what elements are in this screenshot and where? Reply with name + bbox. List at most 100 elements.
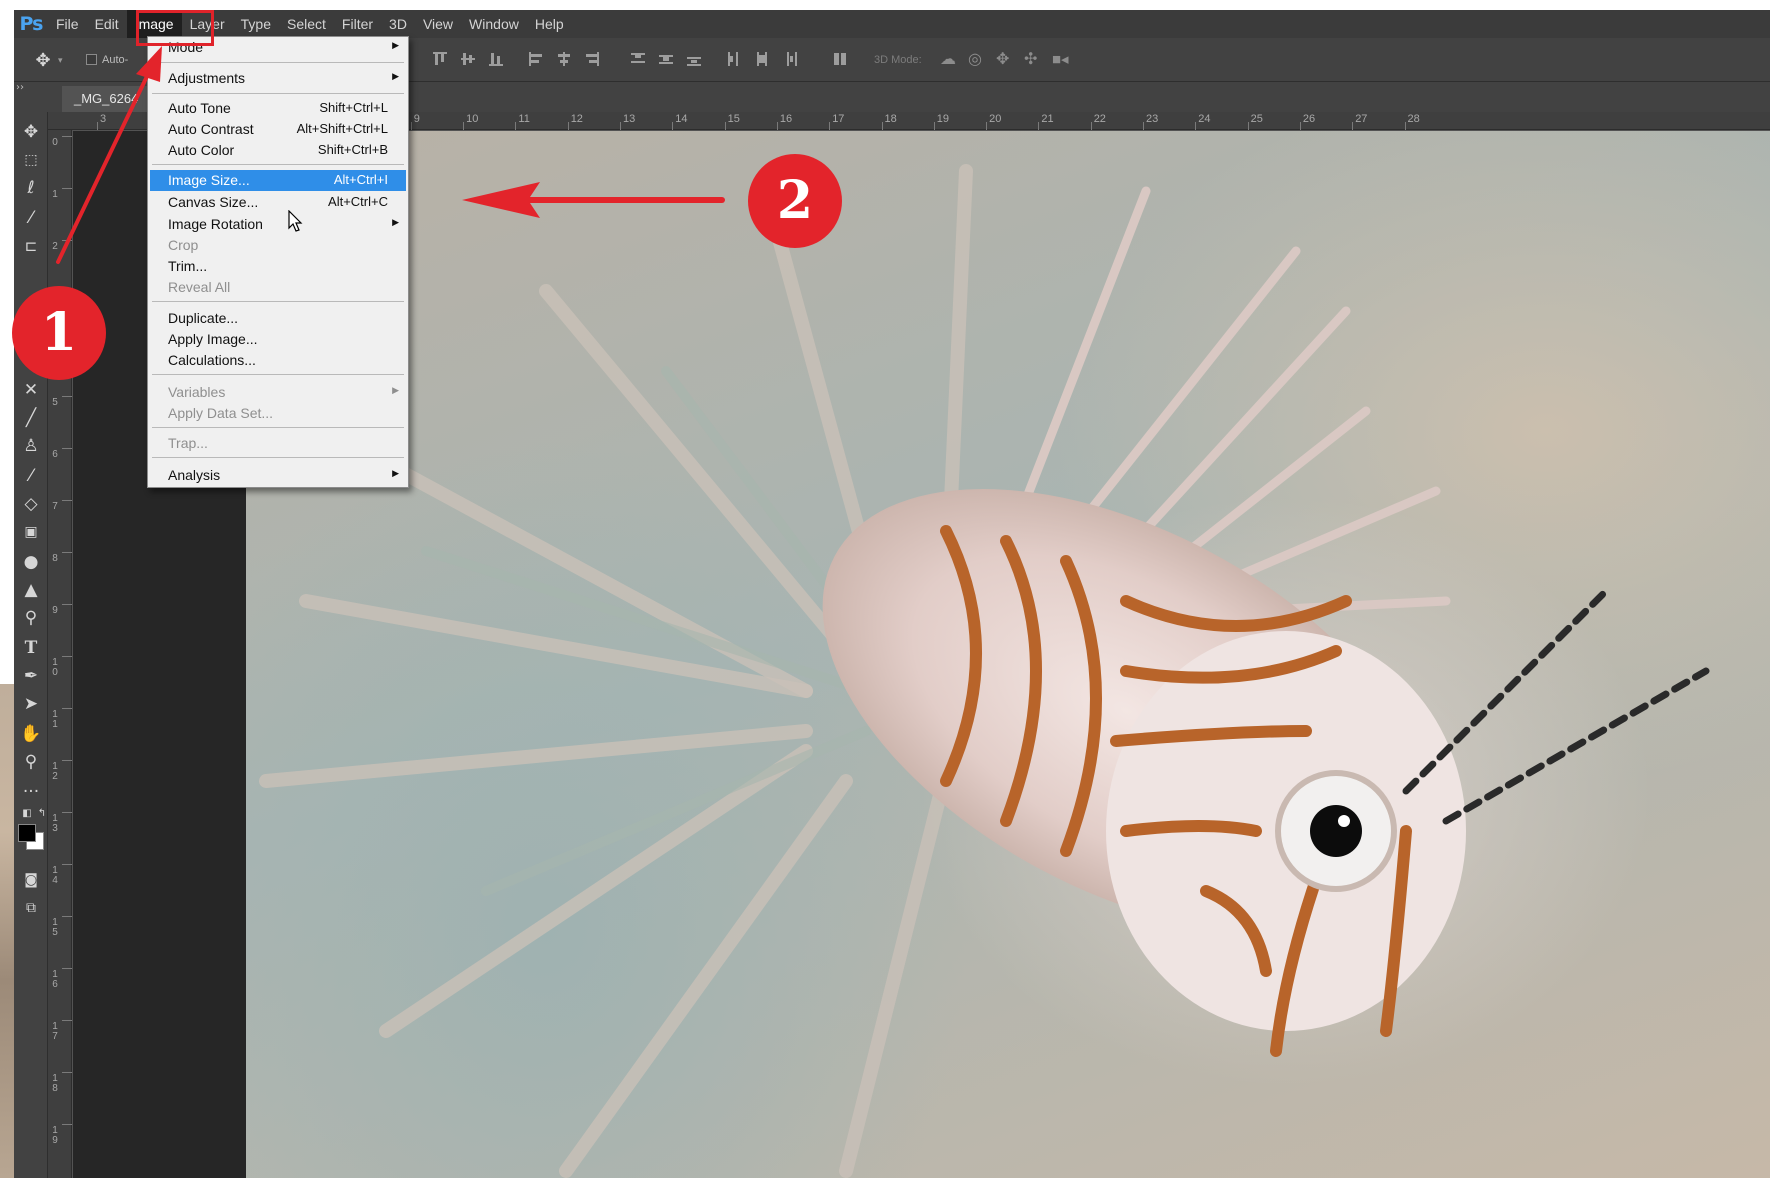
distribute-horizontal-center-icon[interactable] — [754, 51, 770, 67]
menu-view[interactable]: View — [415, 10, 461, 38]
ruler-tick — [881, 122, 883, 130]
lasso-tool-icon[interactable]: ℓ — [19, 176, 43, 200]
distribute-right-icon[interactable] — [782, 51, 798, 67]
ruler-label: 19 — [52, 1125, 58, 1146]
crop-tool-icon[interactable]: ⊏ — [19, 234, 43, 258]
menu-item-calculations[interactable]: Calculations... — [150, 350, 406, 371]
screen-mode-icon[interactable]: ⧉ — [19, 896, 43, 920]
menu-item-analysis[interactable]: Analysis ▶ — [150, 465, 406, 486]
3d-slide-icon[interactable]: ✣ — [1024, 48, 1046, 72]
menu-separator — [152, 62, 404, 63]
ruler-label: 22 — [1093, 113, 1106, 125]
blur-tool-icon[interactable]: ● — [19, 550, 43, 574]
auto-align-layers-icon[interactable] — [832, 51, 848, 67]
menu-item-trim[interactable]: Trim... — [150, 256, 406, 277]
quick-mask-icon[interactable]: ◙ — [19, 868, 43, 892]
3d-roll-icon[interactable]: ◎ — [968, 48, 990, 72]
submenu-arrow-icon: ▶ — [392, 385, 399, 395]
dodge-tool-icon[interactable]: ⚲ — [19, 606, 43, 630]
brush-tool-icon[interactable]: ╱ — [19, 406, 43, 430]
menu-item-auto-contrast[interactable]: Auto Contrast Alt+Shift+Ctrl+L — [150, 119, 406, 140]
menu-filter[interactable]: Filter — [334, 10, 381, 38]
menu-item-duplicate[interactable]: Duplicate... — [150, 308, 406, 329]
distribute-vertical-center-icon[interactable] — [658, 51, 674, 67]
align-horizontal-center-icon[interactable] — [556, 51, 572, 67]
ruler-tick — [1090, 122, 1092, 130]
menu-item-image-rotation[interactable]: Image Rotation ▶ — [150, 214, 406, 235]
type-tool-icon[interactable]: T — [19, 636, 43, 660]
clone-stamp-tool-icon[interactable]: ♙ — [19, 434, 43, 458]
menu-separator — [152, 93, 404, 94]
ruler-label: 18 — [52, 1073, 58, 1094]
ruler-tick — [829, 122, 831, 130]
align-right-icon[interactable] — [584, 51, 600, 67]
ruler-tick — [62, 396, 72, 397]
menu-item-adjustments[interactable]: Adjustments ▶ — [150, 68, 406, 89]
align-bottom-icon[interactable] — [488, 51, 504, 67]
document-tab[interactable]: _MG_6264 — [62, 86, 151, 112]
align-vertical-center-icon[interactable] — [460, 51, 476, 67]
menu-item-auto-color[interactable]: Auto Color Shift+Ctrl+B — [150, 140, 406, 161]
menu-window[interactable]: Window — [461, 10, 527, 38]
marquee-tool-icon[interactable]: ⬚ — [19, 148, 43, 172]
ruler-label: 18 — [884, 113, 897, 125]
ruler-label: 14 — [52, 865, 58, 886]
ruler-tick — [933, 122, 935, 130]
magic-wand-tool-icon[interactable]: ⁄ — [19, 206, 43, 230]
ruler-label: 7 — [52, 501, 58, 512]
edit-toolbar-icon[interactable]: ··· — [19, 780, 43, 804]
collapse-panels-icon[interactable]: ›› — [16, 82, 24, 93]
menu-type[interactable]: Type — [233, 10, 279, 38]
move-tool-icon[interactable]: ✥ — [19, 120, 43, 144]
path-selection-tool-icon[interactable]: ➤ — [19, 692, 43, 716]
hand-tool-icon[interactable]: ✋ — [19, 722, 43, 746]
move-tool-preset-icon[interactable]: ✥ — [32, 48, 54, 72]
menu-help[interactable]: Help — [527, 10, 572, 38]
auto-select-checkbox[interactable] — [86, 48, 98, 72]
3d-orbit-icon[interactable]: ☁ — [940, 48, 962, 72]
align-top-icon[interactable] — [432, 51, 448, 67]
lionfish-photo — [246, 131, 1770, 1178]
menu-item-apply-image[interactable]: Apply Image... — [150, 329, 406, 350]
foreground-color-swatch[interactable] — [18, 824, 36, 842]
menu-edit[interactable]: Edit — [87, 10, 127, 38]
sharpen-tool-icon[interactable]: ▲ — [19, 578, 43, 602]
menu-separator — [152, 374, 404, 375]
ruler-tick — [62, 968, 72, 969]
ruler-tick — [62, 500, 72, 501]
eraser-tool-icon[interactable]: ◇ — [19, 492, 43, 516]
menu-item-apply-data-set: Apply Data Set... — [168, 405, 274, 421]
history-brush-tool-icon[interactable]: ⁄ — [19, 464, 43, 488]
menu-select[interactable]: Select — [279, 10, 334, 38]
ruler-tick — [1195, 122, 1197, 130]
zoom-tool-icon[interactable]: ⚲ — [19, 750, 43, 774]
align-left-icon[interactable] — [528, 51, 544, 67]
menu-separator — [152, 164, 404, 165]
distribute-top-icon[interactable] — [630, 51, 646, 67]
ruler-label: 0 — [52, 137, 58, 148]
ruler-label: 28 — [1407, 113, 1420, 125]
menu-file[interactable]: File — [48, 10, 87, 38]
ruler-tick — [1404, 122, 1406, 130]
ruler-label: 10 — [52, 657, 58, 678]
3d-scale-icon[interactable]: ■◂ — [1052, 48, 1074, 72]
ruler-tick — [62, 240, 72, 241]
gradient-tool-icon[interactable]: ▣ — [19, 520, 43, 544]
menu-3d[interactable]: 3D — [381, 10, 415, 38]
image-menu-dropdown: Mode ▶ Adjustments ▶ Auto Tone Shift+Ctrl+L… — [147, 36, 409, 488]
menu-item-image-size[interactable]: Image Size... Alt+Ctrl+I — [150, 170, 406, 191]
distribute-left-icon[interactable] — [726, 51, 742, 67]
3d-pan-icon[interactable]: ✥ — [996, 48, 1018, 72]
ruler-label: 15 — [52, 917, 58, 938]
pen-tool-icon[interactable]: ✒ — [19, 664, 43, 688]
chevron-down-icon[interactable]: ▾ — [58, 48, 70, 72]
ruler-tick — [776, 122, 778, 130]
healing-brush-tool-icon[interactable]: ✕ — [19, 378, 43, 402]
ruler-label: 27 — [1355, 113, 1368, 125]
menu-item-auto-tone[interactable]: Auto Tone Shift+Ctrl+L — [150, 98, 406, 119]
tools-panel: ✥ ⬚ ℓ ⁄ ⊏ ⊠ ✕ ╱ ♙ ⁄ ◇ ▣ ● ▲ ⚲ T ✒ ➤ ✋ ⚲ … — [14, 112, 48, 1178]
ruler-label: 12 — [52, 761, 58, 782]
ruler-label: 11 — [52, 709, 58, 730]
distribute-bottom-icon[interactable] — [686, 51, 702, 67]
menu-item-canvas-size[interactable]: Canvas Size... Alt+Ctrl+C — [150, 192, 406, 213]
